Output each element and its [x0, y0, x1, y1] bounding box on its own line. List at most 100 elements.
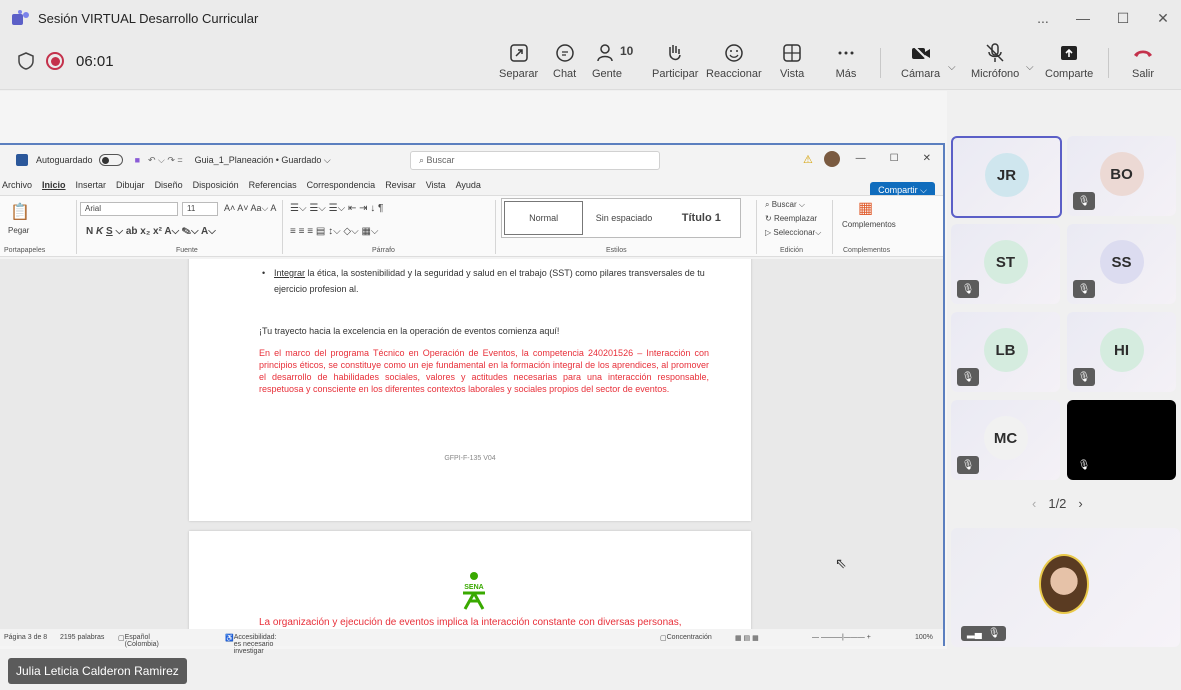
self-view[interactable]: ▂▄ 🎙: [951, 528, 1180, 647]
document-page-2: SENA La organización y ejecución de even…: [189, 531, 751, 631]
word-statusbar: Página 3 de 8 2195 palabras ▢ Español (C…: [0, 629, 943, 655]
avatar: SS: [1099, 240, 1144, 284]
save-icon[interactable]: ■: [135, 155, 140, 165]
people-icon: [597, 44, 613, 62]
word-search-input[interactable]: ⌕ Buscar: [410, 151, 660, 170]
participant-tile-st[interactable]: ST 🎙: [951, 224, 1060, 304]
document-canvas[interactable]: Integrar la ética, la sostenibilidad y l…: [0, 259, 943, 631]
salir-button[interactable]: Salir: [1132, 42, 1154, 80]
prev-page-icon[interactable]: ‹: [1032, 496, 1036, 511]
tab-ayuda[interactable]: Ayuda: [456, 180, 481, 190]
tab-vista[interactable]: Vista: [426, 180, 446, 190]
mic-off-icon: 🎙: [1073, 192, 1095, 210]
style-sin-espaciado[interactable]: Sin espaciado: [585, 201, 662, 235]
participant-tile-jr[interactable]: JR: [951, 136, 1062, 218]
warning-icon[interactable]: ⚠: [803, 153, 813, 166]
align-buttons[interactable]: ≡ ≡ ≡ ▤ ↕⌵ ◇⌵ ▦⌵: [290, 226, 379, 237]
participar-button[interactable]: Participar: [652, 42, 698, 80]
chat-icon: [555, 44, 574, 62]
style-normal[interactable]: Normal: [504, 201, 584, 235]
tab-revisar[interactable]: Revisar: [385, 180, 416, 190]
maximize-button[interactable]: ☐: [1105, 10, 1141, 27]
mouse-cursor-icon: ⇖: [835, 555, 847, 571]
raise-hand-icon: [669, 45, 681, 61]
paste-button[interactable]: Pegar: [8, 226, 29, 235]
chat-button[interactable]: Chat: [553, 42, 576, 80]
mic-options-chevron[interactable]: ⌵: [1026, 62, 1034, 73]
doc-title[interactable]: Guia_1_Planeación • Guardado ⌵: [195, 155, 331, 166]
participant-tile-lb[interactable]: LB 🎙: [951, 312, 1060, 392]
tab-disposicion[interactable]: Disposición: [193, 180, 239, 190]
ribbon-search[interactable]: ⌕ Buscar ⌵: [765, 200, 805, 210]
recording-icon: [46, 52, 64, 70]
ribbon-replace[interactable]: ↻ Reemplazar: [765, 214, 817, 223]
focus-button[interactable]: ▢ Concentración: [660, 634, 712, 642]
clipboard-icon[interactable]: 📋: [10, 202, 30, 222]
camara-button[interactable]: Cámara: [901, 42, 940, 80]
comparte-button[interactable]: Comparte: [1045, 42, 1093, 80]
mic-off-icon: 🎙: [957, 280, 979, 298]
word-titlebar: Autoguardado ■ ↶ ⌵ ↷ = Guia_1_Planeación…: [0, 145, 943, 175]
font-size-select[interactable]: 11: [182, 202, 218, 216]
tab-correspondencia[interactable]: Correspondencia: [307, 180, 376, 190]
participant-tile-video[interactable]: 🎙: [1067, 400, 1176, 480]
accessibility-status[interactable]: ♿ Accesibilidad: es necesario investigar: [225, 634, 277, 655]
mic-off-icon: [986, 43, 1004, 62]
mas-button[interactable]: Más: [835, 42, 857, 80]
close-button[interactable]: ✕: [1145, 10, 1181, 27]
avatar: MC: [983, 416, 1028, 460]
tab-referencias[interactable]: Referencias: [249, 180, 297, 190]
tab-diseno[interactable]: Diseño: [155, 180, 183, 190]
reaccionar-button[interactable]: Reaccionar: [706, 42, 762, 80]
participant-tile-bo[interactable]: BO 🎙: [1067, 136, 1176, 216]
avatar: BO: [1099, 152, 1144, 196]
microfono-button[interactable]: Micrófono: [971, 42, 1019, 80]
addins-button[interactable]: Complementos: [842, 220, 896, 229]
avatar[interactable]: [824, 151, 840, 167]
smiley-icon: [725, 44, 743, 62]
word-minimize[interactable]: —: [856, 153, 866, 164]
word-icon: [16, 154, 28, 166]
style-titulo-1[interactable]: Título 1: [663, 201, 740, 235]
mic-off-icon: 🎙: [1077, 459, 1091, 471]
footer-code: GFPI-F-135 V04: [444, 455, 496, 462]
next-page-icon[interactable]: ›: [1078, 496, 1082, 511]
minimize-button[interactable]: —: [1065, 10, 1101, 26]
list-buttons[interactable]: ☰⌵ ☰⌵ ☰⌵ ⇤ ⇥ ↓ ¶: [290, 203, 383, 214]
addins-icon[interactable]: ▦: [858, 198, 873, 218]
participant-tile-ss[interactable]: SS 🎙: [1067, 224, 1176, 304]
gente-button[interactable]: 10 Gente: [592, 42, 633, 80]
tab-inicio[interactable]: Inicio: [42, 180, 66, 190]
participant-tile-hi[interactable]: HI 🎙: [1067, 312, 1176, 392]
tab-dibujar[interactable]: Dibujar: [116, 180, 145, 190]
shield-icon: [18, 52, 34, 70]
avatar: HI: [1099, 328, 1144, 372]
camera-options-chevron[interactable]: ⌵: [948, 62, 956, 73]
lang-status[interactable]: ▢ Español (Colombia): [118, 634, 159, 648]
title-bar: Sesión VIRTUAL Desarrollo Curricular ...…: [0, 0, 1181, 36]
undo-icon[interactable]: ↶ ⌵ ↷ =: [148, 155, 183, 166]
mic-off-icon: 🎙: [957, 456, 979, 474]
vista-button[interactable]: Vista: [780, 42, 804, 80]
participant-tile-mc[interactable]: MC 🎙: [951, 400, 1060, 480]
autosave-toggle[interactable]: [98, 154, 123, 166]
tab-insertar[interactable]: Insertar: [76, 180, 107, 190]
tab-archivo[interactable]: Archivo: [2, 180, 32, 190]
word-menu: Archivo Inicio Insertar Dibujar Diseño D…: [0, 175, 943, 195]
font-grow-icon[interactable]: A˄ A˅ Aa⌵ A: [224, 203, 276, 214]
ribbon-select[interactable]: ▷ Seleccionar⌵: [765, 228, 821, 238]
font-name-select[interactable]: Arial: [80, 202, 178, 216]
word-close[interactable]: ✕: [923, 153, 931, 164]
view-buttons[interactable]: ▦ ▤ ▦: [735, 634, 759, 642]
page2-paragraph: La organización y ejecución de eventos i…: [259, 617, 682, 628]
zoom-slider[interactable]: — ———|——— +: [812, 634, 871, 641]
more-options-icon[interactable]: ...: [1025, 10, 1061, 26]
word-maximize[interactable]: ☐: [890, 153, 899, 164]
bullet-item: Integrar la ética, la sostenibilidad y l…: [262, 265, 714, 297]
format-buttons[interactable]: N K S ⌵ ab x₂ x² A⌵ ✎⌵ A⌵: [86, 226, 216, 237]
separar-button[interactable]: Separar: [499, 42, 538, 80]
document-page: Integrar la ética, la sostenibilidad y l…: [189, 259, 751, 521]
word-ribbon: 📋 Pegar Arial 11 A˄ A˅ Aa⌵ A N K S ⌵ ab …: [0, 195, 943, 257]
share-screen-icon: [1061, 46, 1078, 60]
styles-gallery[interactable]: Normal Sin espaciado Título 1: [501, 198, 741, 238]
